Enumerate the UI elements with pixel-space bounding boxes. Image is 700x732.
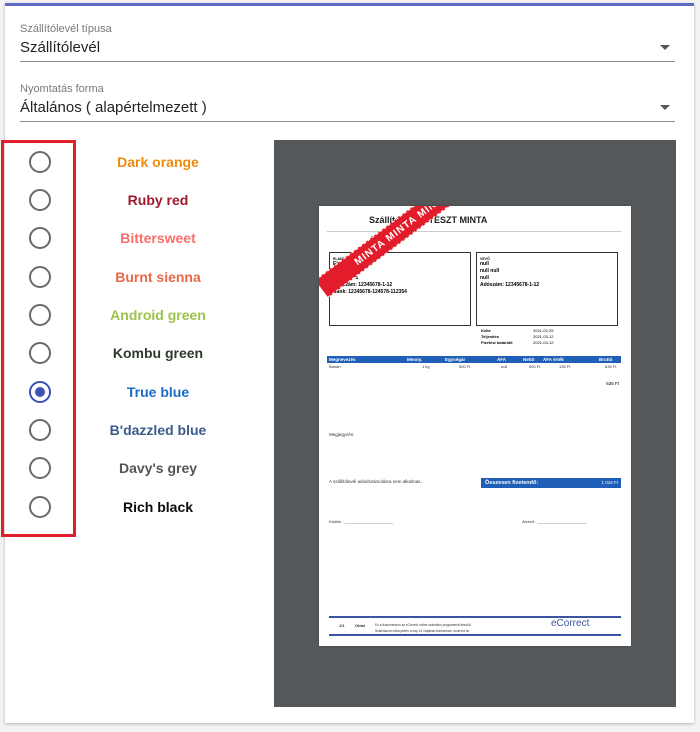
radio-kombu-green[interactable] (29, 342, 51, 364)
date-value: 2021-03-12 (533, 340, 554, 345)
divider (327, 231, 621, 232)
receiver-signature: Átvevő : ______________________ (522, 519, 587, 524)
radio-bdazzled-blue[interactable] (29, 419, 51, 441)
dropdown-arrow-icon[interactable] (660, 45, 670, 50)
footer-text-2: Számlázzon könnyedén a nap 24 órájában b… (375, 629, 470, 633)
remark-label: Megjegyzés: (329, 432, 355, 437)
seller-line: Bank: 12345678-124578-112354 (333, 289, 407, 295)
vat-note: A szállítólevél adóelszámolásra nem alka… (329, 479, 422, 484)
radio-rich-black[interactable] (29, 496, 51, 518)
preview-title: Szállítólevél - TESZT MINTA (369, 215, 488, 225)
date-key: Fizetési határidő (481, 340, 513, 345)
table-header-cell: Egységár (445, 357, 466, 362)
print-form-select[interactable]: Nyomtatás forma Általános ( alapértelmez… (20, 82, 675, 122)
table-cell: null (501, 364, 508, 369)
preview-table-header: Megnevezés Menny. Egységár ÁFA Nettó ÁFA… (327, 356, 621, 363)
total-value: 1 016 Ft (601, 480, 618, 485)
radio-dark-orange[interactable] (29, 151, 51, 173)
total-bar: Összesen fizetendő: 1 016 Ft (481, 478, 621, 488)
buyer-line: null (480, 275, 489, 281)
table-header-cell: Megnevezés (329, 357, 356, 362)
preview-subtotal: 635 Ft (606, 381, 619, 386)
seller-line: Eladom Kft (333, 261, 360, 267)
table-header-cell: Nettó (523, 357, 535, 362)
table-header-cell: Bruttó (599, 357, 613, 362)
preview-page: Szállítólevél - TESZT MINTA SORSZÁM: ELA… (319, 206, 631, 646)
table-cell: 500 Ft (459, 364, 471, 369)
page-word: Oldal (355, 623, 366, 628)
radio-dot-icon (35, 387, 45, 397)
table-header-cell: ÁFA (497, 357, 506, 362)
table-row: Banán 1 kg 500 Ft null 500 Ft 135 Ft 635… (327, 364, 621, 370)
radio-davys-grey[interactable] (29, 457, 51, 479)
delivery-type-label: Szállítólevél típusa (20, 23, 112, 35)
delivery-type-value[interactable]: Szállítólevél (20, 36, 675, 61)
buyer-line: Adószám: 12345678-1-12 (480, 282, 540, 288)
color-label[interactable]: Rich black (96, 497, 220, 517)
color-label[interactable]: Ruby red (96, 190, 220, 210)
delivery-type-select[interactable]: Szállítólevél típusa Szállítólevél (20, 22, 675, 62)
color-label[interactable]: B'dazzled blue (96, 420, 220, 440)
color-label[interactable]: Burnt sienna (96, 267, 220, 287)
radio-bittersweet[interactable] (29, 227, 51, 249)
color-label[interactable]: Davy's grey (96, 458, 220, 478)
radio-true-blue[interactable] (29, 381, 51, 403)
color-label[interactable]: True blue (96, 382, 220, 402)
color-label[interactable]: Android green (96, 305, 220, 325)
preview-dates: Kelte 2021-02-25 Teljesítés 2021-03-12 Fiz… (481, 328, 553, 346)
buyer-line: null (480, 261, 489, 267)
table-cell: 635 Ft (605, 364, 617, 369)
table-header-cell: ÁFA érték (543, 357, 564, 362)
radio-ruby-red[interactable] (29, 189, 51, 211)
footer-line-bottom (329, 634, 621, 636)
print-form-value[interactable]: Általános ( alapértelmezett ) (20, 96, 675, 121)
footer-text-1: Ez a dokumentum az eCorrect online száml… (375, 623, 472, 627)
page-number: 1/1 (339, 623, 345, 628)
table-cell: 1 kg (422, 364, 430, 369)
ecorrect-logo: eCorrect (551, 618, 590, 629)
issuer-signature: Kiállító : ______________________ (329, 519, 394, 524)
buyer-box: VEVŐ null null null null Adószám: 123456… (476, 252, 618, 326)
seller-box: ELADÓ Eladom Kft 1080 Szeged Fő Fasor 1 … (329, 252, 471, 326)
buyer-line: null null (480, 268, 500, 274)
total-label: Összesen fizetendő: (485, 480, 539, 486)
table-cell: Banán (329, 364, 341, 369)
color-label[interactable]: Dark orange (96, 152, 220, 172)
seller-line: 1080 Szeged (333, 268, 364, 274)
preview-serial: SORSZÁM: (371, 236, 398, 242)
dropdown-arrow-icon[interactable] (660, 105, 670, 110)
color-label[interactable]: Kombu green (96, 343, 220, 363)
table-header-cell: Menny. (407, 357, 423, 362)
radio-android-green[interactable] (29, 304, 51, 326)
seller-line: Adószám: 12345678-1-12 (333, 282, 393, 288)
color-label[interactable]: Bittersweet (96, 228, 220, 248)
print-form-label: Nyomtatás forma (20, 83, 104, 95)
radio-burnt-sienna[interactable] (29, 266, 51, 288)
seller-line: Fő Fasor 1 (333, 275, 359, 281)
table-cell: 135 Ft (559, 364, 571, 369)
table-cell: 500 Ft (529, 364, 541, 369)
